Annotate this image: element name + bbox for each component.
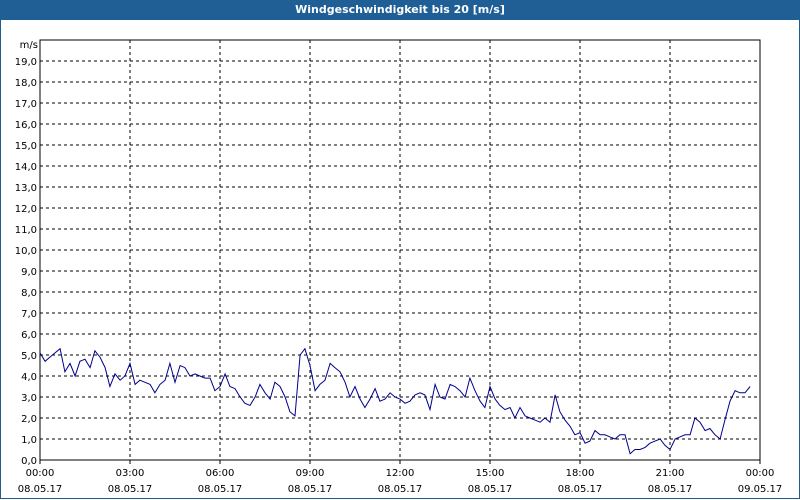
y-tick-label: 0,0 [21,456,37,467]
x-tick-time-label: 00:00 [26,468,55,479]
x-tick-date-label: 08.05.17 [558,484,603,495]
wind-speed-chart: 0,0 1,0 2,0 3,0 4,0 5,0 6,0 7,0 8,0 9,0 10,0 11,0 12… [15,39,783,495]
x-tick-time-label: 18:00 [566,468,595,479]
y-tick-label: 14,0 [15,162,37,173]
x-tick-date-label: 08.05.17 [18,484,63,495]
y-tick-label: 15,0 [15,141,37,152]
y-tick-label: 1,0 [21,435,37,446]
y-tick-label: 16,0 [15,120,37,131]
x-tick-date-label: 08.05.17 [648,484,693,495]
x-tick-time-label: 06:00 [206,468,235,479]
x-tick-time-label: 21:00 [656,468,685,479]
y-tick-label: 13,0 [15,183,37,194]
y-axis-unit-label: m/s [20,40,38,51]
y-tick-label: 11,0 [15,225,37,236]
x-tick-date-label: 08.05.17 [198,484,243,495]
x-tick-time-label: 00:00 [746,468,775,479]
y-tick-label: 9,0 [21,267,37,278]
x-tick-date-label: 08.05.17 [288,484,333,495]
x-tick-time-label: 15:00 [476,468,505,479]
x-tick-date-label: 08.05.17 [468,484,513,495]
x-tick-date-label: 08.05.17 [378,484,423,495]
y-tick-label: 18,0 [15,78,37,89]
x-tick-time-label: 12:00 [386,468,415,479]
y-tick-label: 12,0 [15,204,37,215]
y-tick-label: 4,0 [21,372,37,383]
y-tick-label: 3,0 [21,393,37,404]
y-tick-label: 6,0 [21,330,37,341]
x-tick-date-label: 08.05.17 [108,484,153,495]
y-tick-label: 19,0 [15,57,37,68]
wind-speed-series-line [39,347,751,455]
y-tick-label: 2,0 [21,414,37,425]
x-tick-date-label: 09.05.17 [738,484,783,495]
y-tick-label: 5,0 [21,351,37,362]
y-tick-label: 8,0 [21,288,37,299]
y-tick-label: 10,0 [15,246,37,257]
y-tick-label: 7,0 [21,309,37,320]
x-tick-time-label: 09:00 [296,468,325,479]
y-tick-label: 17,0 [15,99,37,110]
x-tick-time-label: 03:00 [116,468,145,479]
